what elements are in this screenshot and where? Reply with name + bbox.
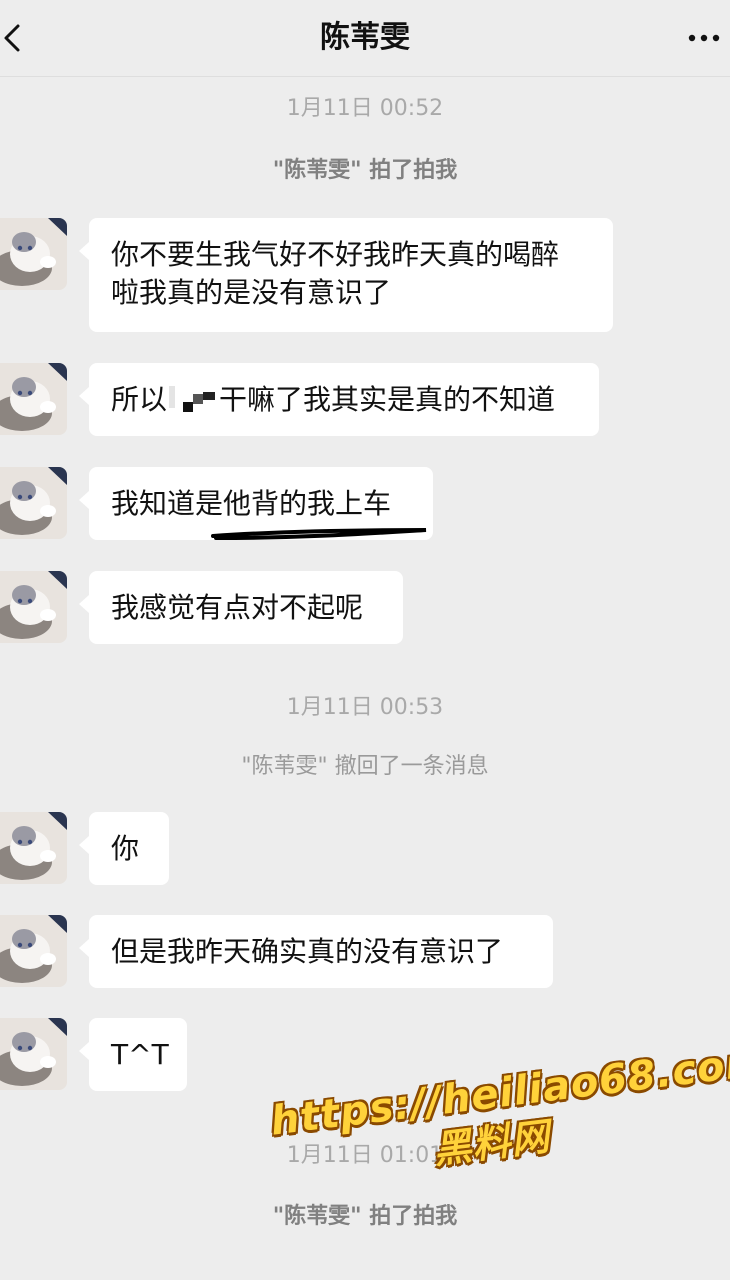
message-text-line: 你不要生我气好不好我昨天真的喝醉 [111, 238, 560, 271]
contact-avatar[interactable] [0, 363, 67, 435]
message-bubble[interactable]: 你不要生我气好不好我昨天真的喝醉 啦我真的是没有意识了 [79, 218, 613, 332]
message-bubble[interactable]: 我感觉有点对不起呢 [79, 571, 403, 644]
cat-avatar-image [0, 218, 67, 290]
contact-avatar[interactable] [0, 1018, 67, 1090]
message-text-line: 啦我真的是没有意识了 [111, 276, 392, 309]
chat-header: 陈苇雯 [0, 0, 730, 77]
message-text: 所以 [111, 383, 168, 416]
chat-title: 陈苇雯 [320, 20, 410, 55]
message-text: 你 [111, 832, 140, 865]
cat-avatar-image [0, 467, 67, 539]
message-text: 我知道是他背的我上车 [111, 487, 392, 520]
message-text: 干嘛了我其实是真的不知道 [219, 383, 556, 416]
cat-avatar-image [0, 812, 67, 884]
recall-notice: "陈苇雯" 撤回了一条消息 [241, 754, 489, 779]
cat-avatar-image [0, 571, 67, 643]
more-options-button[interactable] [684, 18, 726, 58]
contact-avatar[interactable] [0, 218, 67, 290]
message-timestamp: 1月11日 00:53 [286, 695, 444, 720]
message-bubble[interactable]: 你 [79, 812, 169, 885]
cat-avatar-image [0, 1018, 67, 1090]
cat-avatar-image [0, 363, 67, 435]
message-text: T^T [111, 1038, 169, 1071]
message-bubble[interactable]: 但是我昨天确实真的没有意识了 [79, 915, 553, 988]
handwritten-underline [211, 528, 427, 540]
message-timestamp: 1月11日 00:52 [286, 96, 444, 121]
pat-notice: "陈苇雯" 拍了拍我 [272, 158, 458, 183]
message-bubble[interactable]: T^T [79, 1018, 187, 1091]
contact-avatar[interactable] [0, 467, 67, 539]
ellipsis-icon [688, 34, 720, 42]
contact-avatar[interactable] [0, 812, 67, 884]
contact-avatar[interactable] [0, 915, 67, 987]
message-text: 但是我昨天确实真的没有意识了 [111, 935, 504, 968]
cat-avatar-image [0, 915, 67, 987]
contact-avatar[interactable] [0, 571, 67, 643]
message-bubble[interactable]: 所以 干嘛了我其实是真的不知道 [79, 363, 599, 436]
censored-name-mosaic [167, 384, 219, 414]
message-text: 我感觉有点对不起呢 [111, 591, 364, 624]
